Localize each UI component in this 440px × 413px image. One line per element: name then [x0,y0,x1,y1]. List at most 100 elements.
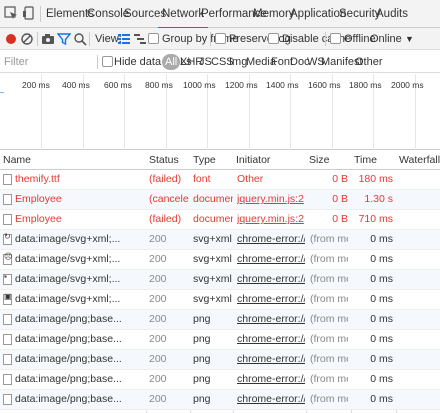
request-status: 200 [149,373,167,385]
request-row[interactable]: ▪ data:image/svg+xml;... 200 svg+xml chrome-… [0,270,440,290]
request-time: 1.30 s [364,193,393,205]
overview-waterfall-icon[interactable] [133,32,147,46]
filter-bar: Filter Hide data URLs All XHR JS CSS Img… [0,51,440,73]
preserve-log-checkbox[interactable] [215,33,226,44]
request-time: 0 ms [370,373,393,385]
timeline-tick: 1400 ms [266,80,299,90]
request-initiator[interactable]: chrome-error://chro... [237,290,305,309]
file-icon [3,194,12,205]
clear-icon[interactable] [20,32,34,46]
request-row[interactable]: data:image/png;base... 200 png chrome-error… [0,390,440,410]
device-toolbar-icon[interactable] [22,6,36,20]
request-status: 200 [149,333,167,345]
filter-type-other[interactable]: Other [352,54,386,70]
search-icon[interactable] [73,32,87,46]
request-row[interactable]: ↻ data:image/svg+xml;... 200 svg+xml chrome-… [0,230,440,250]
timeline-overview[interactable]: 200 ms 400 ms 600 ms 800 ms 1000 ms 1200… [0,74,440,150]
request-initiator[interactable]: chrome-error://chro... [237,310,305,329]
request-status: (failed) [149,173,182,185]
filter-input[interactable]: Filter [2,54,96,70]
timeline-tick: 2000 ms [391,80,424,90]
request-row[interactable]: ☹ data:image/svg+xml;... 200 svg+xml chrome-… [0,250,440,270]
request-type: document [193,193,233,205]
request-status: 200 [149,233,167,245]
large-rows-icon[interactable] [117,32,131,46]
filter-funnel-icon[interactable] [56,32,72,46]
request-name: data:image/svg+xml;... [15,253,121,265]
request-size: 0 B [332,193,348,205]
column-header-status[interactable]: Status [146,150,179,170]
tab-audits[interactable]: Audits [376,0,408,28]
request-name: data:image/svg+xml;... [15,233,121,245]
request-row[interactable]: data:image/png;base... 200 png chrome-error… [0,330,440,350]
request-row[interactable]: Employee (canceled) document jquery.min.js:… [0,190,440,210]
table-header: Name Status Type Initiator Size Time Wat… [0,150,440,170]
screenshot-camera-icon[interactable] [41,32,55,46]
request-type: png [193,353,211,365]
request-size: (from mem... [310,253,348,265]
hide-data-urls-checkbox[interactable] [102,56,113,67]
request-initiator[interactable]: jquery.min.js:2 [237,190,305,209]
blank-image-icon [3,354,12,365]
request-size: (from mem... [310,393,348,405]
request-size: (from mem... [310,273,348,285]
chevron-down-icon[interactable]: ▼ [405,28,414,50]
request-type: svg+xml [193,253,232,265]
request-status: 200 [149,273,167,285]
request-name: data:image/png;base... [15,353,122,365]
tab-sources[interactable]: Sources [124,0,166,28]
request-time: 0 ms [370,313,393,325]
request-size: (from mem... [310,333,348,345]
column-header-name[interactable]: Name [0,150,31,170]
tab-application[interactable]: Application [290,0,346,28]
request-initiator[interactable]: chrome-error://chro... [237,390,305,409]
request-name: data:image/png;base... [15,373,122,385]
tab-security[interactable]: Security [339,0,381,28]
request-row[interactable]: themify.ttf (failed) font Other 0 B 180 ms [0,170,440,190]
column-header-time[interactable]: Time [351,150,377,170]
request-time: 0 ms [370,333,393,345]
dino-image-icon: ▪ [3,272,12,285]
request-name: data:image/svg+xml;... [15,273,121,285]
request-row[interactable]: data:image/png;base... 200 png chrome-error… [0,350,440,370]
request-name: themify.ttf [15,173,60,185]
group-by-frame-checkbox[interactable] [148,33,159,44]
request-initiator[interactable]: chrome-error://chro... [237,230,305,249]
inspect-element-icon[interactable] [4,6,18,20]
request-type: svg+xml [193,293,232,305]
disable-cache-checkbox[interactable] [268,33,279,44]
tab-memory[interactable]: Memory [253,0,295,28]
request-initiator[interactable]: chrome-error://chro... [237,330,305,349]
blank-image-icon [3,374,12,385]
throttling-select[interactable]: Online [370,28,402,50]
request-status: (failed) [149,213,182,225]
request-initiator[interactable]: chrome-error://chro... [237,250,305,269]
sad-document-image-icon: ☹ [3,252,12,265]
request-row[interactable]: ▣ data:image/svg+xml;... 200 svg+xml chrome-… [0,290,440,310]
request-row[interactable]: Employee (failed) document jquery.min.js:2 0… [0,210,440,230]
timeline-tick: 200 ms [22,80,50,90]
request-initiator[interactable]: chrome-error://chro... [237,370,305,389]
column-header-waterfall[interactable]: Waterfall [396,150,440,170]
request-initiator[interactable]: chrome-error://chro... [237,270,305,289]
tab-console[interactable]: Console [87,0,129,28]
record-icon[interactable] [4,32,18,46]
request-status: 200 [149,253,167,265]
offline-checkbox[interactable] [330,33,341,44]
column-header-type[interactable]: Type [190,150,216,170]
request-type: png [193,333,211,345]
request-initiator[interactable]: chrome-error://chro... [237,350,305,369]
request-row[interactable]: data:image/png;base... 200 png chrome-error… [0,370,440,390]
timeline-tick: 400 ms [62,80,90,90]
request-row[interactable]: data:image/png;base... 200 png chrome-error… [0,310,440,330]
request-initiator[interactable]: jquery.min.js:2 [237,210,305,229]
request-type: font [193,173,211,185]
request-size: (from mem... [310,373,348,385]
timeline-request-bar [0,92,4,93]
tab-network[interactable]: Network [157,0,209,29]
column-header-size[interactable]: Size [306,150,329,170]
request-size: 0 B [332,173,348,185]
request-status: 200 [149,393,167,405]
blank-image-icon [3,314,12,325]
column-header-initiator[interactable]: Initiator [233,150,270,170]
